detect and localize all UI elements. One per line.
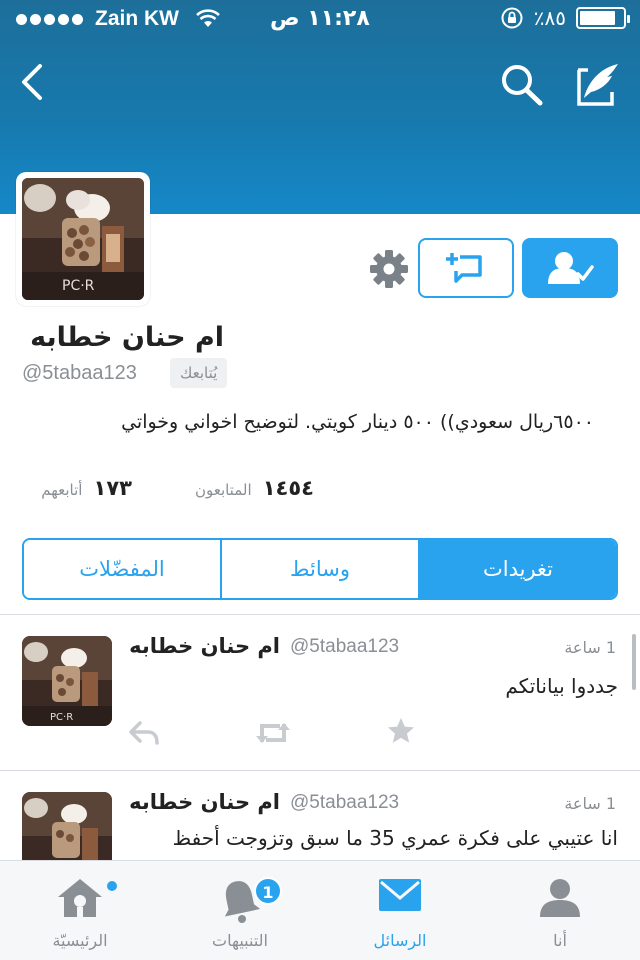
tweet-author-name: ام حنان خطابه [129,634,280,658]
tabbar-messages[interactable]: الرسائل [320,861,480,960]
carrier-name: Zain KW [95,7,179,30]
settings-button[interactable] [368,248,410,290]
follows-you-badge: يُتابعك [170,358,228,388]
tabbar-notifications-label: التنبيهات [212,931,268,950]
search-button[interactable] [498,62,546,108]
compose-button[interactable] [574,60,622,108]
direct-message-button[interactable] [418,238,514,298]
envelope-icon [379,879,421,911]
rotation-lock-icon [501,7,523,29]
tabbar-messages-label: الرسائل [373,931,427,950]
tabbar-home[interactable]: الرئيسيّة [0,861,160,960]
tweet[interactable]: PC·R ام حنان خطابه @5tabaa123 1 ساعة جدد… [0,614,640,770]
tweet-timestamp: 1 ساعة [564,794,616,813]
profile-name: ام حنان خطابه [30,322,224,353]
tweet-text: جددوا بياناتكم [505,674,618,698]
profile-bio: ٦٥٠٠ريال سعودي)) ٥٠٠ دينار كويتي. لتوضيح… [121,411,594,433]
svg-text:PC·R: PC·R [50,712,73,723]
bottom-tab-bar: الرئيسيّة 1 التنبيهات الرسائل أنا [0,860,640,960]
followers-label: المتابعون [194,481,252,499]
unread-dot [107,881,117,891]
direct-message-icon [446,253,482,283]
following-stat[interactable]: ١٧٣ أتابعهم [41,476,132,500]
following-label: أتابعهم [41,481,83,499]
signal-strength-icon [16,13,83,25]
tabbar-me-label: أنا [553,931,567,950]
svg-text:PC·R: PC·R [62,278,95,294]
tweet-author-handle: @5tabaa123 [290,792,400,813]
scrollbar[interactable] [632,634,636,690]
clock: ١١:٢٨ ص [270,6,370,31]
following-count: ١٧٣ [93,476,132,500]
followers-count: ١٤٥٤ [262,476,314,500]
tweet-avatar[interactable] [22,792,112,860]
wifi-icon [196,9,220,27]
profile-handle: @5tabaa123 [22,362,137,384]
home-icon [58,879,102,917]
person-icon [540,879,580,917]
status-bar: Zain KW ١١:٢٨ ص ٪٨٥ [0,0,640,40]
notification-badge: 1 [254,877,282,905]
battery-level [580,11,616,25]
reply-icon[interactable] [128,720,160,746]
profile-tabs: المفضّلات وسائط تغريدات [22,538,618,600]
tweet-author-name: ام حنان خطابه [129,790,280,814]
tabbar-me[interactable]: أنا [480,861,640,960]
profile-avatar[interactable]: PC·R [16,172,150,306]
battery-icon [576,7,630,29]
following-button[interactable] [522,238,618,298]
following-user-icon [548,252,594,284]
app: Zain KW ١١:٢٨ ص ٪٨٥ PC·R ام حنان خطابه @… [0,0,640,960]
followers-stat[interactable]: ١٤٥٤ المتابعون [195,476,314,500]
tweet-avatar[interactable]: PC·R [22,636,112,726]
tweet-author-handle: @5tabaa123 [290,636,400,657]
avatar-image: PC·R [22,178,144,300]
retweet-icon[interactable] [254,718,292,748]
tab-tweets[interactable]: تغريدات [418,540,616,598]
tweet-text: انا عتيبي على فكرة عمري 35 ما سبق وتزوجت… [172,826,618,850]
tab-favorites[interactable]: المفضّلات [24,540,220,598]
tweet-timestamp: 1 ساعة [564,638,616,657]
tabbar-notifications[interactable]: 1 التنبيهات [160,861,320,960]
tweet[interactable]: ام حنان خطابه @5tabaa123 1 ساعة انا عتيب… [0,770,640,860]
tab-media[interactable]: وسائط [220,540,418,598]
battery-percentage: ٪٨٥ [533,6,566,30]
bell-icon [224,881,260,923]
favorite-star-icon[interactable] [386,716,416,746]
back-button[interactable] [18,62,46,102]
tabbar-home-label: الرئيسيّة [52,931,108,950]
